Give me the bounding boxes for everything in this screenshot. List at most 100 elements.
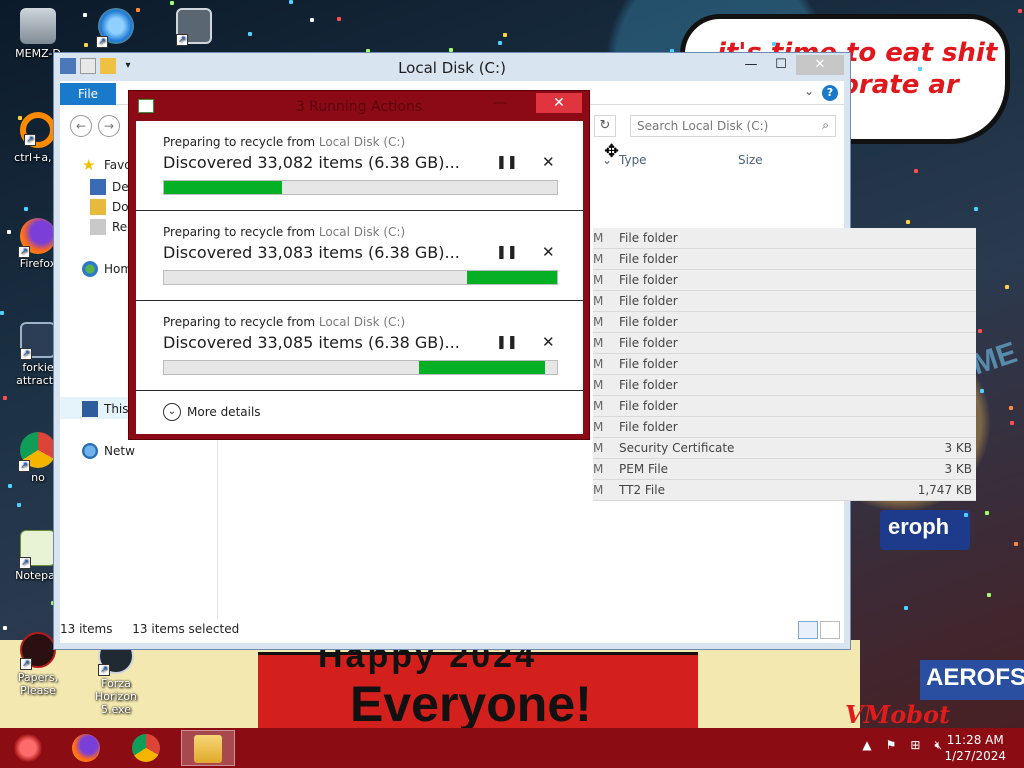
confetti-piece <box>904 606 908 610</box>
maximize-button[interactable]: ☐ <box>766 55 796 75</box>
cell-date-modified: M <box>593 399 604 413</box>
desktop-icon-stack[interactable]: ↗ <box>158 8 230 47</box>
nav-label: Netw <box>104 444 135 458</box>
notepad-icon: ↗ <box>19 530 56 569</box>
file-explorer-icon <box>194 735 222 763</box>
operation-source[interactable]: Local Disk (C:) <box>319 225 405 239</box>
clock-time: 11:28 AM <box>946 733 1004 747</box>
table-row[interactable]: M File folder <box>593 396 976 417</box>
banner-line-2: Everyone! <box>350 676 592 732</box>
table-row[interactable]: M Security Certificate 3 KB <box>593 438 976 459</box>
search-icon[interactable]: ⌕ <box>822 118 829 133</box>
progress-bar <box>163 180 558 195</box>
large-icons-view-icon[interactable] <box>820 621 840 639</box>
confetti-piece <box>24 207 28 211</box>
action-center-flag-icon[interactable]: ⚑ <box>886 738 897 753</box>
explorer-title-bar[interactable]: ▾ Local Disk (C:) — ☐ ✕ <box>54 53 850 81</box>
nav-item-homegroup[interactable]: Hom <box>82 261 132 277</box>
cancel-icon[interactable]: ✕ <box>542 243 555 261</box>
search-input[interactable]: Search Local Disk (C:) ⌕ <box>630 115 836 137</box>
operation-source[interactable]: Local Disk (C:) <box>319 315 405 329</box>
volume-muted-icon[interactable]: 🔇︎ <box>934 738 942 753</box>
table-row[interactable]: M File folder <box>593 228 976 249</box>
dialog-body: Preparing to recycle from Local Disk (C:… <box>136 121 583 434</box>
details-view-icon[interactable] <box>798 621 818 639</box>
table-row[interactable]: M File folder <box>593 333 976 354</box>
file-tab[interactable]: File <box>60 83 116 105</box>
cancel-icon[interactable]: ✕ <box>542 333 555 351</box>
confetti-piece <box>1014 542 1018 546</box>
window-title: Local Disk (C:) <box>398 59 506 77</box>
operation-description: Preparing to recycle from Local Disk (C:… <box>163 315 405 329</box>
minimize-button[interactable]: — <box>736 55 766 75</box>
confetti-piece <box>17 503 21 507</box>
table-row[interactable]: M File folder <box>593 270 976 291</box>
star-icon: ★ <box>82 156 96 174</box>
orange-ring-icon: ↗ <box>20 112 56 148</box>
start-ornament-icon <box>14 734 42 762</box>
close-button[interactable]: ✕ <box>796 55 844 75</box>
column-header-size[interactable]: Size <box>738 149 763 171</box>
operation-source[interactable]: Local Disk (C:) <box>319 135 405 149</box>
pause-icon[interactable]: ❚❚ <box>496 155 518 170</box>
nav-item-network[interactable]: Netw <box>82 443 135 459</box>
expand-ribbon-icon[interactable]: ⌄ <box>804 84 814 98</box>
cell-date-modified: M <box>593 315 604 329</box>
help-icon[interactable]: ? <box>822 85 838 101</box>
refresh-button[interactable]: ↻ <box>594 115 616 137</box>
table-row[interactable]: M File folder <box>593 312 976 333</box>
wallpaper-banner: Happy 2024 Everyone! <box>258 637 698 732</box>
wallpaper-watermark: VMobot <box>845 700 951 729</box>
resize-cursor-icon: ✥ <box>604 141 620 162</box>
column-header-type[interactable]: Type <box>619 149 647 171</box>
taskbar-clock[interactable]: 11:28 AM 1/27/2024 <box>944 732 1006 764</box>
confetti-piece <box>3 396 7 400</box>
network-tray-icon[interactable]: ⊞ <box>910 738 920 753</box>
show-hidden-icons-icon[interactable]: ▲ <box>862 738 871 753</box>
cell-date-modified: M <box>593 420 604 434</box>
taskbar-file-explorer[interactable] <box>181 730 235 766</box>
window-stack-icon: ↗ <box>176 8 212 46</box>
dialog-close-button[interactable]: ✕ <box>536 93 582 113</box>
wallpaper-aero-sign: AEROFS <box>920 660 1024 700</box>
homegroup-icon <box>82 261 98 277</box>
confetti-piece <box>0 311 4 315</box>
progress-bar <box>163 360 558 375</box>
back-button[interactable]: ← <box>70 115 92 137</box>
table-row[interactable]: M File folder <box>593 354 976 375</box>
dialog-title-bar[interactable]: 3 Running Actions — ✕ <box>129 91 589 121</box>
table-row[interactable]: M PEM File 3 KB <box>593 459 976 480</box>
table-row[interactable]: M File folder <box>593 291 976 312</box>
operation-item: Preparing to recycle from Local Disk (C:… <box>136 211 583 301</box>
cell-type: File folder <box>619 294 678 308</box>
confetti-piece <box>8 484 12 488</box>
table-row[interactable]: M TT2 File 1,747 KB <box>593 480 976 501</box>
nav-item-this-pc[interactable]: This <box>82 401 129 417</box>
operation-detail: Discovered 33,082 items (6.38 GB)... <box>163 153 460 172</box>
more-details-toggle[interactable]: ⌄ More details <box>163 403 261 421</box>
cancel-icon[interactable]: ✕ <box>542 153 555 171</box>
search-placeholder: Search Local Disk (C:) <box>637 119 769 133</box>
table-row[interactable]: M File folder <box>593 249 976 270</box>
status-selected-count: 13 items selected <box>132 622 240 636</box>
cell-type: File folder <box>619 378 678 392</box>
table-row[interactable]: M File folder <box>593 417 976 438</box>
start-button[interactable] <box>4 730 52 766</box>
nav-item-favorites[interactable]: ★ Favo <box>82 157 132 173</box>
pause-icon[interactable]: ❚❚ <box>496 335 518 350</box>
cell-size: 3 KB <box>944 441 972 455</box>
cell-type: TT2 File <box>619 483 665 497</box>
cell-date-modified: M <box>593 294 604 308</box>
dialog-minimize-button[interactable]: — <box>493 95 507 111</box>
confetti-piece <box>918 67 922 71</box>
table-row[interactable]: M File folder <box>593 375 976 396</box>
taskbar-firefox[interactable] <box>62 730 110 766</box>
firefox-icon: ↗ <box>18 218 56 258</box>
desktop-icon-edge[interactable]: ↗ <box>80 8 152 48</box>
wallpaper-air-sign: eroph <box>880 510 970 550</box>
taskbar-chrome[interactable] <box>122 730 170 766</box>
recent-places-icon <box>90 219 106 235</box>
forward-button[interactable]: → <box>98 115 120 137</box>
more-details-label: More details <box>187 405 261 419</box>
pause-icon[interactable]: ❚❚ <box>496 245 518 260</box>
